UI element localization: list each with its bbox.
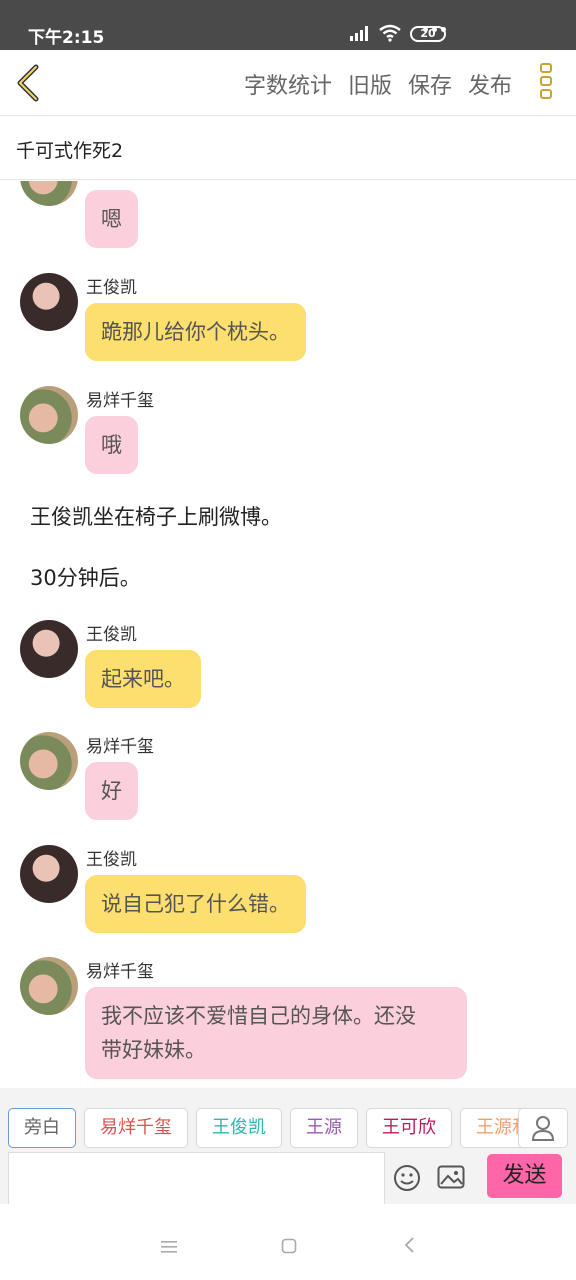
avatar[interactable]: [20, 957, 78, 1015]
role-tab-wangkexin[interactable]: 王可欣: [366, 1108, 452, 1148]
status-time: 下午2:15: [28, 28, 105, 48]
message-bubble: 说自己犯了什么错。: [85, 875, 306, 933]
avatar[interactable]: [20, 273, 78, 331]
publish-button[interactable]: 发布: [468, 68, 512, 100]
message-line: 带好妹妹。: [101, 1038, 206, 1062]
narration-text: 30分钟后。: [30, 566, 141, 590]
battery-indicator: 20: [410, 26, 446, 42]
avatar[interactable]: [20, 181, 78, 206]
home-icon[interactable]: [281, 1238, 297, 1254]
menu-icon[interactable]: [160, 1240, 178, 1254]
more-icon[interactable]: [538, 63, 554, 105]
sender-name: 易烊千玺: [86, 737, 154, 757]
message-bubble: 哦: [85, 416, 138, 474]
old-version-button[interactable]: 旧版: [348, 68, 392, 100]
status-bar: 下午2:15 20: [0, 0, 576, 50]
sender-name: 易烊千玺: [86, 391, 154, 411]
avatar[interactable]: [20, 845, 78, 903]
sender-name: 王俊凯: [86, 625, 137, 645]
message-input[interactable]: [8, 1152, 385, 1204]
avatar[interactable]: [20, 620, 78, 678]
toolbar-actions: 字数统计 旧版 保存 发布: [244, 68, 512, 100]
role-tab-narrator[interactable]: 旁白: [8, 1108, 76, 1148]
back-icon[interactable]: [14, 64, 44, 102]
save-button[interactable]: 保存: [408, 68, 452, 100]
wifi-icon: [379, 24, 401, 42]
system-nav-bar: [0, 1204, 576, 1280]
role-manager-button[interactable]: [518, 1108, 568, 1148]
sender-name: 王俊凯: [86, 278, 137, 298]
message-bubble: 好: [85, 762, 138, 820]
message-bubble: 我不应该不爱惜自己的身体。还没 带好妹妹。: [85, 987, 467, 1079]
avatar[interactable]: [20, 732, 78, 790]
signal-icon: [350, 26, 368, 41]
chat-area[interactable]: 嗯 王俊凯 跪那儿给你个枕头。 易烊千玺 哦 王俊凯坐在椅子上刷微博。 30分钟…: [0, 181, 576, 1088]
message-bubble: 跪那儿给你个枕头。: [85, 303, 306, 361]
sender-name: 王俊凯: [86, 850, 137, 870]
role-tab-yiyangqianxi[interactable]: 易烊千玺: [84, 1108, 188, 1148]
send-button[interactable]: 发送: [487, 1154, 562, 1198]
title-row: 千可式作死2: [0, 116, 576, 180]
message-bubble: 嗯: [85, 190, 138, 248]
message-line: 我不应该不爱惜自己的身体。还没: [101, 1004, 416, 1028]
message-bubble: 起来吧。: [85, 650, 201, 708]
avatar[interactable]: [20, 386, 78, 444]
narration-text: 王俊凯坐在椅子上刷微博。: [30, 505, 282, 529]
user-icon: [531, 1116, 555, 1141]
sender-name: 易烊千玺: [86, 962, 154, 982]
editor-toolbar: 字数统计 旧版 保存 发布: [0, 50, 576, 116]
role-tabs: 旁白 易烊千玺 王俊凯 王源 王可欣 王源和: [8, 1108, 546, 1148]
story-title[interactable]: 千可式作死2: [16, 136, 123, 163]
image-icon[interactable]: [437, 1165, 465, 1189]
role-tab-wangjunkai[interactable]: 王俊凯: [196, 1108, 282, 1148]
word-count-button[interactable]: 字数统计: [244, 68, 332, 100]
input-panel: 旁白 易烊千玺 王俊凯 王源 王可欣 王源和 发送: [0, 1088, 576, 1204]
nav-back-icon[interactable]: [402, 1236, 416, 1254]
role-tab-wangyuan[interactable]: 王源: [290, 1108, 358, 1148]
emoji-icon[interactable]: [393, 1164, 421, 1192]
